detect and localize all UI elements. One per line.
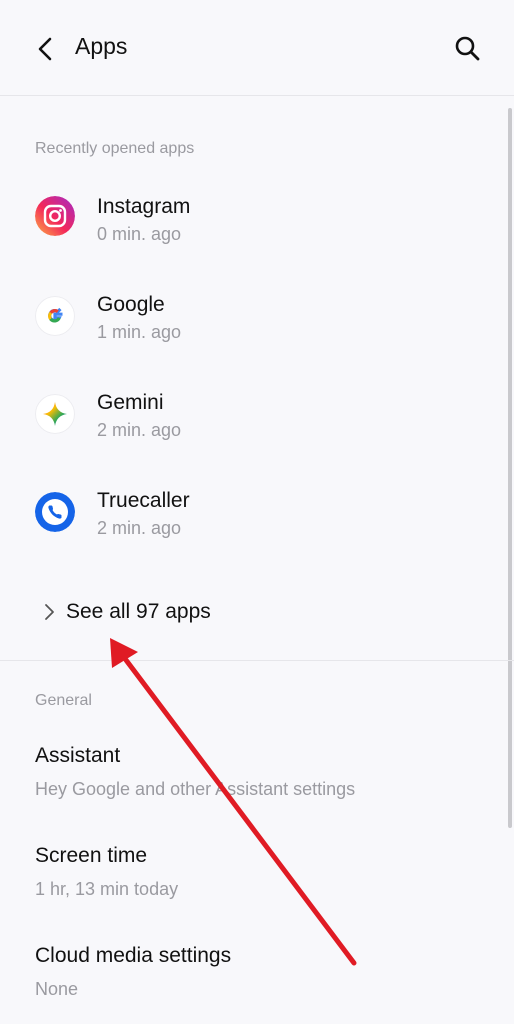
see-all-apps-button[interactable]: See all 97 apps: [0, 590, 500, 634]
back-button[interactable]: [32, 34, 60, 64]
see-all-apps-label: See all 97 apps: [66, 600, 211, 623]
settings-item-title: Cloud media settings: [35, 944, 232, 967]
section-divider: [0, 660, 514, 661]
instagram-icon: [35, 196, 75, 236]
scrollbar[interactable]: [508, 108, 512, 828]
app-row-gemini[interactable]: Gemini 2 min. ago: [0, 386, 500, 466]
app-last-opened: 0 min. ago: [97, 224, 182, 244]
app-row-instagram[interactable]: Instagram 0 min. ago: [0, 190, 500, 270]
apps-settings-screen: Apps Recently opened apps Instagram 0 mi…: [0, 0, 514, 1024]
app-name: Instagram: [97, 195, 191, 218]
app-name: Gemini: [97, 391, 164, 414]
page-title: Apps: [75, 33, 128, 59]
settings-item-subtitle: Hey Google and other Assistant settings: [35, 779, 356, 799]
settings-item-title: Screen time: [35, 844, 148, 867]
app-last-opened: 2 min. ago: [97, 420, 182, 440]
search-button[interactable]: [452, 33, 482, 63]
app-name: Truecaller: [97, 489, 190, 512]
app-last-opened: 1 min. ago: [97, 322, 182, 342]
app-last-opened: 2 min. ago: [97, 518, 182, 538]
gemini-icon: [35, 394, 75, 434]
settings-item-subtitle: None: [35, 979, 79, 999]
section-label-recent: Recently opened apps: [35, 140, 195, 157]
section-label-general: General: [35, 692, 92, 709]
app-name: Google: [97, 293, 165, 316]
app-row-google[interactable]: Google 1 min. ago: [0, 288, 500, 368]
back-arrow-icon: [38, 37, 52, 61]
settings-item-cloud-media[interactable]: Cloud media settings None: [0, 940, 500, 1010]
settings-item-subtitle: 1 hr, 13 min today: [35, 879, 179, 899]
app-bar: Apps: [0, 0, 514, 96]
settings-item-title: Assistant: [35, 744, 121, 767]
search-icon: [455, 36, 480, 61]
app-row-truecaller[interactable]: Truecaller 2 min. ago: [0, 484, 500, 564]
truecaller-icon: [35, 492, 75, 532]
settings-item-assistant[interactable]: Assistant Hey Google and other Assistant…: [0, 740, 500, 810]
google-icon: [35, 296, 75, 336]
chevron-right-icon: [45, 604, 54, 620]
settings-item-screen-time[interactable]: Screen time 1 hr, 13 min today: [0, 840, 500, 910]
